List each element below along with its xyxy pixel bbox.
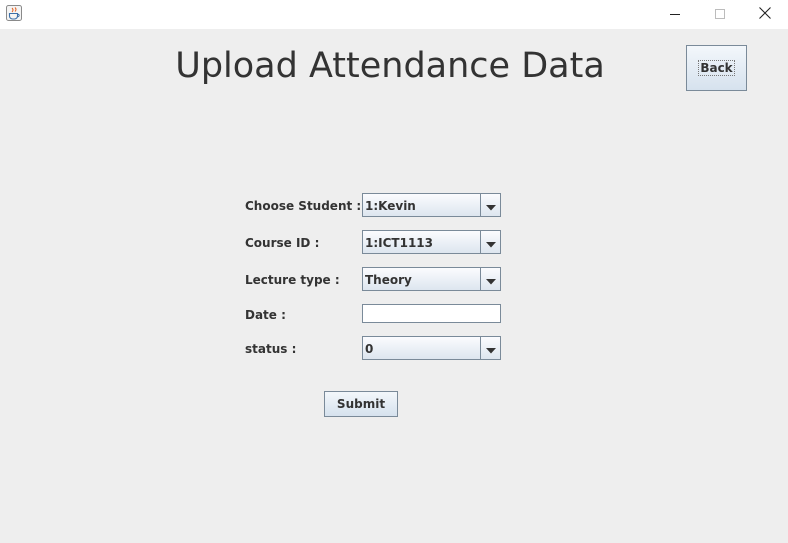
student-label: Choose Student : bbox=[245, 199, 362, 213]
status-select[interactable]: 0 bbox=[362, 336, 501, 360]
student-select[interactable]: 1:Kevin bbox=[362, 193, 501, 217]
status-select-value: 0 bbox=[365, 342, 374, 356]
student-select-value: 1:Kevin bbox=[365, 199, 416, 213]
lecture-type-select[interactable]: Theory bbox=[362, 267, 501, 291]
submit-button[interactable]: Submit bbox=[324, 391, 398, 417]
app-window: Upload Attendance Data Back Choose Stude… bbox=[0, 0, 788, 543]
lecture-type-select-value: Theory bbox=[365, 273, 412, 287]
back-button-label: Back bbox=[698, 60, 735, 76]
status-dropdown-arrow[interactable] bbox=[480, 337, 500, 359]
maximize-button[interactable] bbox=[697, 0, 743, 29]
minimize-button[interactable] bbox=[652, 0, 698, 29]
submit-button-label: Submit bbox=[336, 397, 386, 411]
chevron-down-icon bbox=[485, 196, 496, 215]
student-dropdown-arrow[interactable] bbox=[480, 194, 500, 216]
title-bar bbox=[0, 0, 788, 29]
page-title: Upload Attendance Data bbox=[175, 46, 605, 86]
chevron-down-icon bbox=[485, 339, 496, 358]
close-button[interactable] bbox=[742, 0, 788, 29]
back-button[interactable]: Back bbox=[686, 45, 747, 91]
lecture-type-label: Lecture type : bbox=[245, 273, 340, 287]
maximize-icon bbox=[714, 5, 726, 24]
course-select[interactable]: 1:ICT1113 bbox=[362, 230, 501, 254]
chevron-down-icon bbox=[485, 233, 496, 252]
chevron-down-icon bbox=[485, 270, 496, 289]
close-icon bbox=[758, 5, 772, 24]
status-label: status : bbox=[245, 342, 297, 356]
course-select-value: 1:ICT1113 bbox=[365, 236, 434, 250]
lecture-type-dropdown-arrow[interactable] bbox=[480, 268, 500, 290]
minimize-icon bbox=[669, 5, 681, 24]
course-label: Course ID : bbox=[245, 236, 320, 250]
date-input[interactable] bbox=[362, 304, 501, 323]
date-label: Date : bbox=[245, 308, 286, 322]
course-dropdown-arrow[interactable] bbox=[480, 231, 500, 253]
java-cup-icon bbox=[6, 5, 22, 21]
